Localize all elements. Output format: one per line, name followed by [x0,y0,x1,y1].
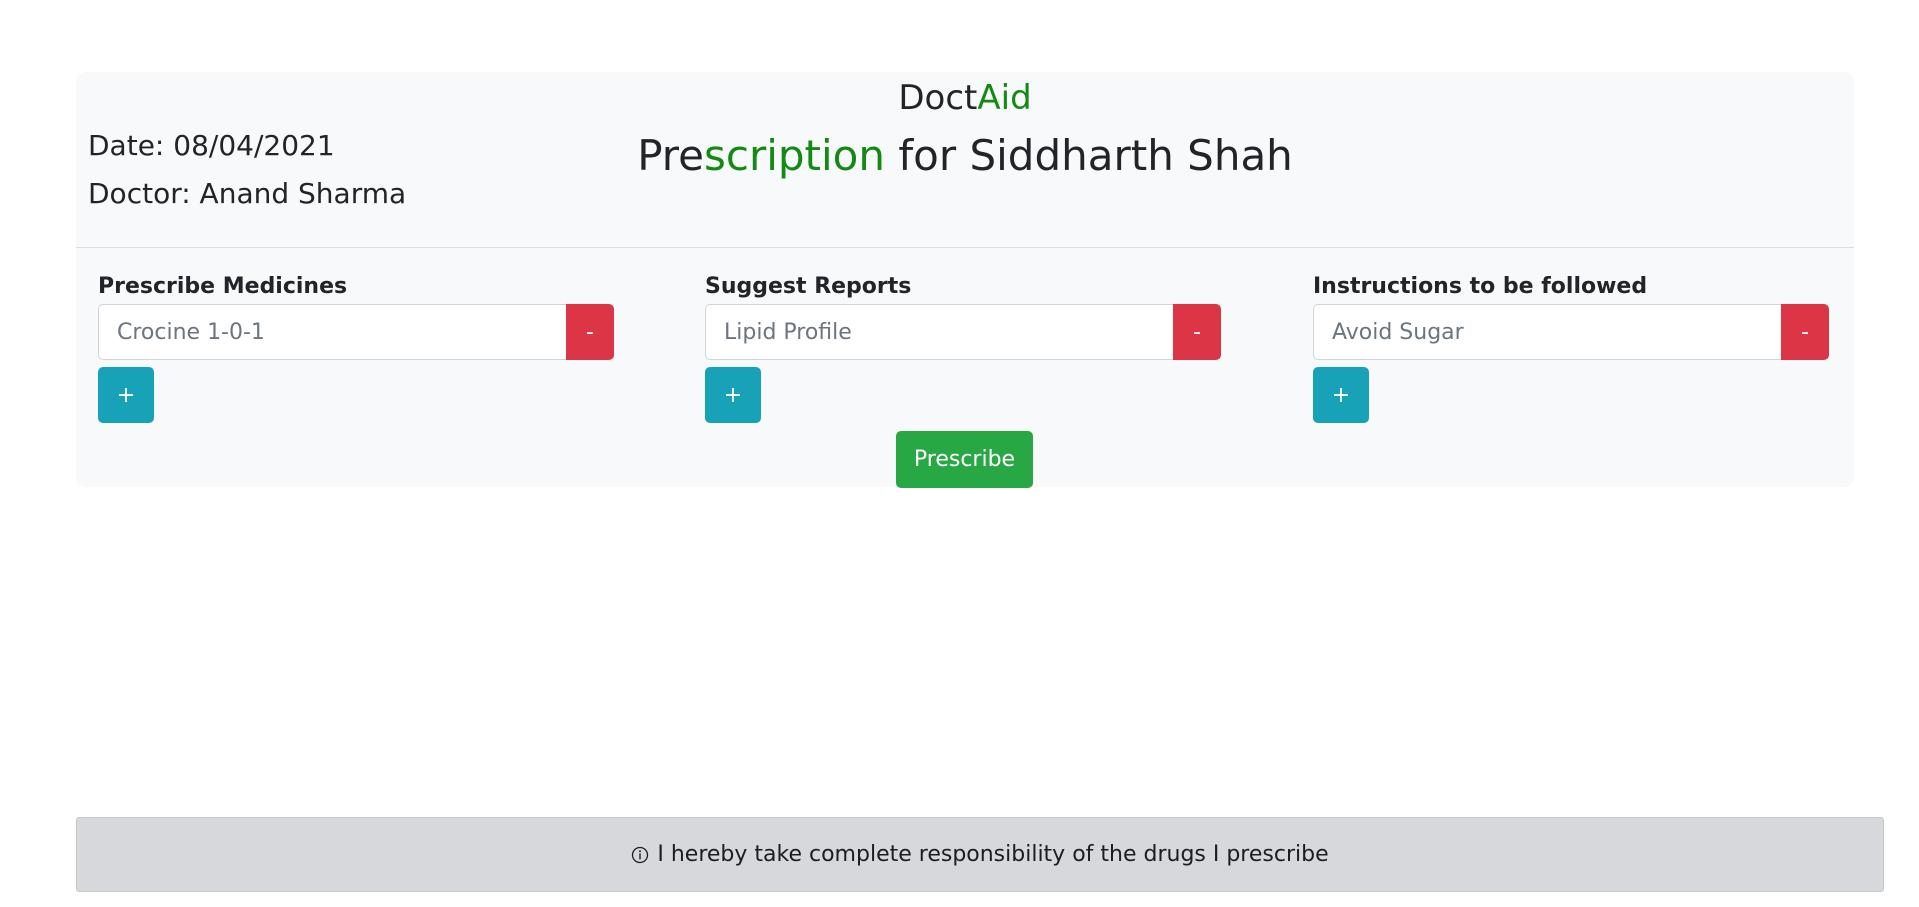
report-input[interactable] [705,304,1173,360]
title-part-2: scription [703,131,885,180]
add-report-button[interactable]: + [705,367,761,423]
brand-part-1: Doct [898,78,978,118]
instruction-input-group: - [1313,304,1829,360]
report-input-group: - [705,304,1221,360]
title-part-1: Pre [637,131,704,180]
instructions-label: Instructions to be followed [1313,274,1648,299]
brand-logo: DoctAid [76,74,1854,122]
reports-label: Suggest Reports [705,274,912,299]
instruction-input[interactable] [1313,304,1781,360]
prescribe-button[interactable]: Prescribe [896,431,1033,488]
reports-section: Suggest Reports - + [705,272,1221,423]
instructions-section: Instructions to be followed - + [1313,272,1829,423]
prescription-card: DoctAid Date: 08/04/2021 Doctor: Anand S… [76,72,1854,488]
medicines-label: Prescribe Medicines [98,274,348,299]
remove-instruction-button[interactable]: - [1781,304,1829,360]
medicine-input-group: - [98,304,614,360]
responsibility-text: I hereby take complete responsibility of… [657,842,1329,867]
medicine-input[interactable] [98,304,566,360]
title-part-3: for Siddharth Shah [885,131,1293,180]
header-divider [76,247,1854,248]
remove-report-button[interactable]: - [1173,304,1221,360]
responsibility-alert: I hereby take complete responsibility of… [76,817,1884,892]
info-icon [631,846,649,864]
add-instruction-button[interactable]: + [1313,367,1369,423]
remove-medicine-button[interactable]: - [566,304,614,360]
brand-part-2: Aid [977,78,1032,118]
medicines-section: Prescribe Medicines - + [98,272,614,423]
add-medicine-button[interactable]: + [98,367,154,423]
page-title: Prescription for Siddharth Shah [76,126,1854,186]
